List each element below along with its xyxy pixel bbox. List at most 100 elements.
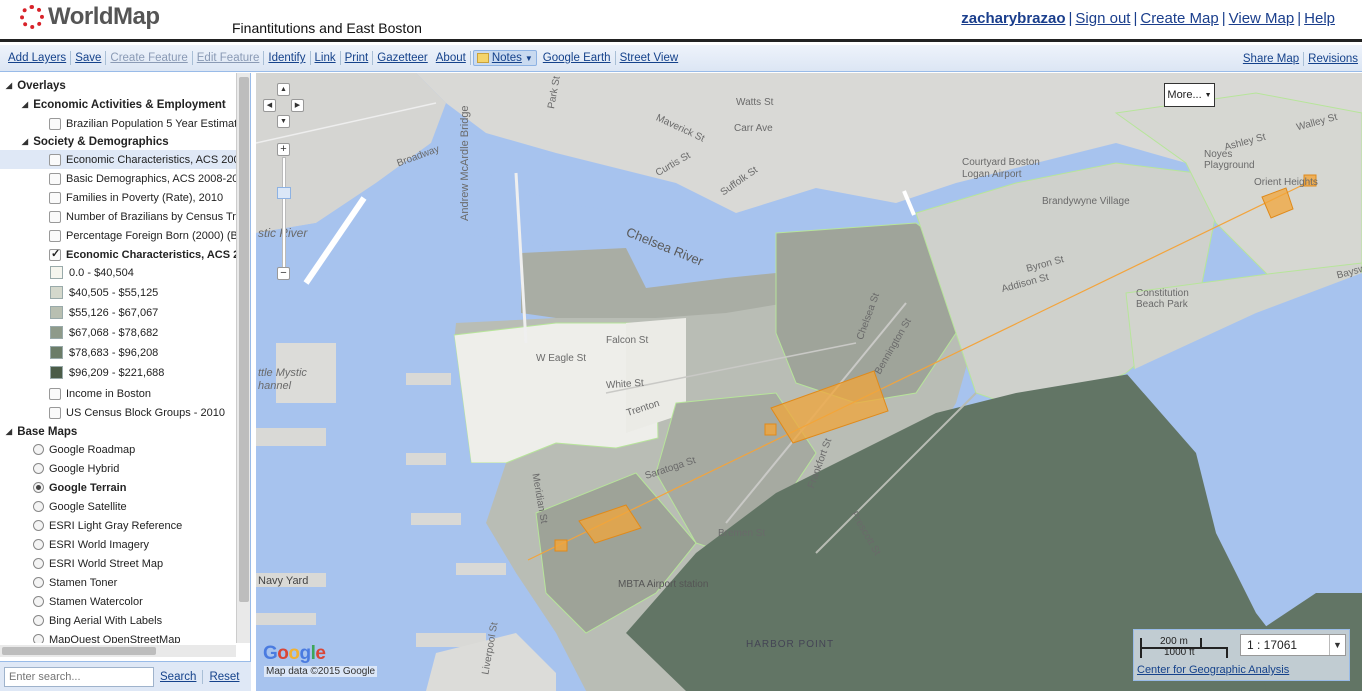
search-bar: Search Reset [0,661,251,691]
print-button[interactable]: Print [341,52,373,64]
legend-item: $96,209 - $221,688 [0,363,236,382]
zoom-slider-knob[interactable] [277,187,291,199]
base-map-radio[interactable] [33,463,44,474]
create-feature-button[interactable]: Create Feature [106,52,191,64]
help-link[interactable]: Help [1304,10,1335,27]
zoom-slider-track[interactable] [282,157,286,269]
base-map-radio[interactable] [33,577,44,588]
base-map-esri-light-gray[interactable]: ESRI Light Gray Reference [0,516,236,535]
toolbar-divider [202,669,204,684]
layer-economic-characteristics-acs[interactable]: Economic Characteristics, ACS 2008-2012 [0,245,236,264]
layer-checkbox[interactable] [49,117,61,130]
map-label-courtyard: Courtyard Boston [962,157,1040,168]
tree-label: Google Satellite [49,500,127,513]
base-map-radio[interactable] [33,444,44,455]
tree-node-overlays[interactable]: ◢ Overlays [0,76,236,95]
scrollbar-thumb[interactable] [2,647,156,655]
base-map-radio[interactable] [33,539,44,550]
search-button[interactable]: Search [160,671,196,683]
tree-label: ESRI World Imagery [49,538,150,551]
gazetteer-button[interactable]: Gazetteer [373,52,432,64]
base-map-radio[interactable] [33,634,44,643]
layer-income-in-boston[interactable]: Income in Boston [0,384,236,403]
tree-label: Base Maps [17,425,78,438]
tree-node-society-demographics[interactable]: ◢ Society & Demographics [0,132,236,151]
layer-checkbox[interactable] [49,153,61,166]
google-earth-button[interactable]: Google Earth [539,52,615,64]
notes-dropdown-button[interactable]: Notes ▼ [472,50,537,66]
layer-basic-demographics[interactable]: Basic Demographics, ACS 2008-2012 [0,169,236,188]
add-layers-button[interactable]: Add Layers [4,52,70,64]
user-profile-link[interactable]: zacharybrazao [961,10,1065,27]
base-map-stamen-toner[interactable]: Stamen Toner [0,573,236,592]
layer-checkbox[interactable] [49,229,61,242]
save-button[interactable]: Save [71,52,105,64]
identify-button[interactable]: Identify [264,52,309,64]
tree-horizontal-scrollbar[interactable] [0,645,236,657]
view-map-link[interactable]: View Map [1229,10,1295,27]
base-map-google-roadmap[interactable]: Google Roadmap [0,440,236,459]
more-dropdown-button[interactable]: More... ▼ [1164,83,1215,107]
tree-vertical-scrollbar[interactable] [236,73,250,643]
pan-up-button[interactable]: ▲ [277,83,290,96]
layer-census-block-groups[interactable]: US Census Block Groups - 2010 [0,403,236,422]
search-input[interactable] [4,666,154,687]
reset-button[interactable]: Reset [209,671,239,683]
pier [256,613,316,625]
base-map-radio[interactable] [33,615,44,626]
map-toolbar: Add Layers Save Create Feature Edit Feat… [0,45,1362,72]
base-map-radio[interactable] [33,501,44,512]
layer-percentage-foreign-born[interactable]: Percentage Foreign Born (2000) (Boston) [0,226,236,245]
street-view-button[interactable]: Street View [616,52,683,64]
layer-checkbox[interactable] [49,247,61,261]
base-map-stamen-watercolor[interactable]: Stamen Watercolor [0,592,236,611]
layer-checkbox[interactable] [49,172,61,185]
layer-checkbox[interactable] [49,387,61,400]
cga-link[interactable]: Center for Geographic Analysis [1137,664,1289,676]
base-map-mapquest-osm[interactable]: MapQuest OpenStreetMap [0,630,236,643]
legend-label: $55,126 - $67,067 [69,306,159,319]
scale-select[interactable]: 1 : 17061 ▼ [1240,634,1346,656]
scale-panel: 200 m 1000 ft 1 : 17061 ▼ Center for Geo… [1133,629,1350,681]
google-logo: Google [263,643,326,664]
base-map-google-hybrid[interactable]: Google Hybrid [0,459,236,478]
worldmap-logo[interactable]: WorldMap [20,3,160,30]
zoom-in-button[interactable]: + [277,143,290,156]
tree-label: Overlays [17,79,66,92]
base-map-bing-aerial[interactable]: Bing Aerial With Labels [0,611,236,630]
tree-node-economic-activities[interactable]: ◢ Economic Activities & Employment [0,95,236,114]
base-map-radio[interactable] [33,596,44,607]
layer-number-of-brazilians[interactable]: Number of Brazilians by Census Tract [0,207,236,226]
link-button[interactable]: Link [311,52,340,64]
base-map-radio[interactable] [33,520,44,531]
layer-checkbox[interactable] [49,406,61,419]
share-map-button[interactable]: Share Map [1239,53,1303,65]
base-map-radio[interactable] [33,558,44,569]
layer-families-in-poverty[interactable]: Families in Poverty (Rate), 2010 [0,188,236,207]
map-viewport[interactable]: Chelsea River Andrew McArdle Bridge Cour… [256,73,1362,691]
tree-node-base-maps[interactable]: ◢ Base Maps [0,422,236,441]
edit-feature-button[interactable]: Edit Feature [193,52,264,64]
layer-brazilian-population[interactable]: Brazilian Population 5 Year Estimates [0,114,236,133]
pan-down-button[interactable]: ▼ [277,115,290,128]
sign-out-link[interactable]: Sign out [1075,10,1130,27]
layer-checkbox[interactable] [49,191,61,204]
scrollbar-thumb[interactable] [239,77,249,602]
zoom-out-button[interactable]: − [277,267,290,280]
layer-economic-characteristics-200[interactable]: Economic Characteristics, ACS 2008-2012 [0,150,236,169]
layer-checkbox[interactable] [49,210,61,223]
base-map-esri-world-street-map[interactable]: ESRI World Street Map [0,554,236,573]
create-map-link[interactable]: Create Map [1140,10,1218,27]
revisions-button[interactable]: Revisions [1304,53,1362,65]
base-map-google-terrain[interactable]: Google Terrain [0,478,236,497]
map-label-little-mystic-2: hannel [258,380,292,392]
tree-label: Bing Aerial With Labels [49,614,163,627]
base-map-esri-world-imagery[interactable]: ESRI World Imagery [0,535,236,554]
base-map-google-satellite[interactable]: Google Satellite [0,497,236,516]
pan-right-button[interactable]: ▶ [291,99,304,112]
pan-left-button[interactable]: ◀ [263,99,276,112]
legend-swatch [50,286,63,299]
toolbar-divider [469,51,471,65]
about-button[interactable]: About [432,52,470,64]
base-map-radio[interactable] [33,482,44,493]
